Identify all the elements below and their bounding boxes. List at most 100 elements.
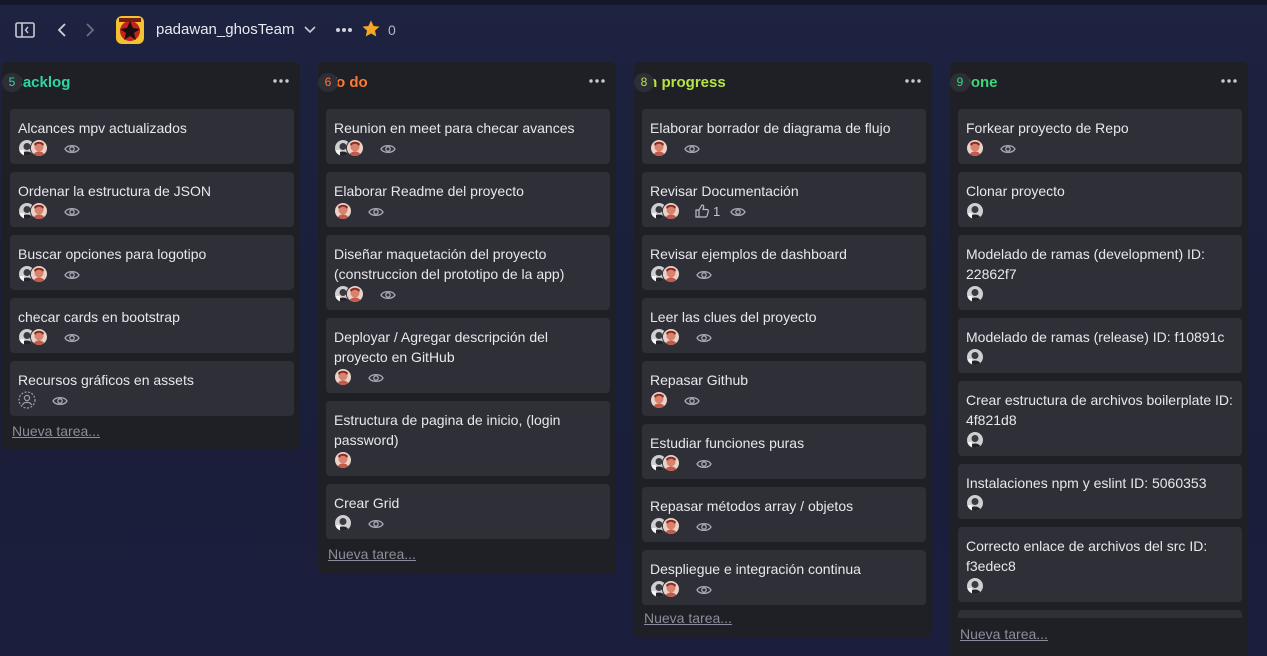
assignee-avatars[interactable]	[334, 285, 364, 303]
task-card-partial[interactable]	[958, 610, 1242, 618]
task-card[interactable]: Elaborar Readme del proyecto	[326, 172, 610, 227]
watch-eye-icon[interactable]	[52, 394, 68, 406]
forward-arrow-icon[interactable]	[82, 20, 98, 40]
assignee-avatars[interactable]	[650, 517, 680, 535]
new-task-link[interactable]: Nueva tarea...	[644, 610, 732, 626]
task-card[interactable]: Despliegue e integración continua	[642, 550, 926, 605]
assignee-avatars[interactable]	[966, 348, 984, 366]
task-card-title: Deployar / Agregar descripción del proye…	[334, 329, 549, 365]
assignee-avatars[interactable]	[18, 139, 48, 157]
task-card[interactable]: Alcances mpv actualizados	[10, 109, 294, 164]
like-counter[interactable]: 1	[694, 203, 720, 219]
task-card[interactable]: Clonar proyecto	[958, 172, 1242, 227]
task-card[interactable]: Elaborar borrador de diagrama de flujo	[642, 109, 926, 164]
column-more-icon[interactable]	[1220, 74, 1238, 88]
new-task-link[interactable]: Nueva tarea...	[328, 546, 416, 562]
star-icon[interactable]	[361, 19, 381, 39]
task-card[interactable]: Modelado de ramas (development) ID: 2286…	[958, 235, 1242, 310]
assignee-avatars[interactable]	[966, 285, 984, 303]
assignee-avatars[interactable]	[334, 368, 352, 386]
task-card[interactable]: Instalaciones npm y eslint ID: 5060353	[958, 464, 1242, 519]
task-card[interactable]: Crear Grid	[326, 484, 610, 539]
assignee-avatars[interactable]	[334, 451, 352, 469]
assignee-avatars[interactable]	[650, 202, 680, 220]
assignee-avatars[interactable]	[650, 580, 680, 598]
assignee-avatars[interactable]	[966, 431, 984, 449]
task-card-meta	[334, 201, 602, 221]
watch-eye-icon[interactable]	[64, 331, 80, 343]
task-card[interactable]: Buscar opciones para logotipo	[10, 235, 294, 290]
avatar	[30, 139, 48, 157]
assignee-avatars[interactable]	[650, 328, 680, 346]
avatar	[662, 265, 680, 283]
new-task-link[interactable]: Nueva tarea...	[960, 626, 1048, 642]
assignee-avatars[interactable]	[650, 139, 668, 157]
task-card-title: Diseñar maquetación del proyecto (constr…	[334, 246, 565, 282]
task-card[interactable]: Ordenar la estructura de JSON	[10, 172, 294, 227]
sidebar-toggle-icon[interactable]	[14, 20, 36, 40]
unassigned-user-icon[interactable]	[18, 391, 36, 409]
team-logo[interactable]	[116, 16, 144, 44]
watch-eye-icon[interactable]	[696, 331, 712, 343]
task-card[interactable]: Reunion en meet para checar avances	[326, 109, 610, 164]
assignee-avatars[interactable]	[334, 202, 352, 220]
task-card[interactable]: Modelado de ramas (release) ID: f10891c	[958, 318, 1242, 373]
watch-eye-icon[interactable]	[696, 583, 712, 595]
assignee-avatars[interactable]	[650, 265, 680, 283]
assignee-avatars[interactable]	[18, 202, 48, 220]
assignee-avatars[interactable]	[966, 202, 984, 220]
task-card[interactable]: Repasar métodos array / objetos	[642, 487, 926, 542]
column-more-icon[interactable]	[904, 74, 922, 88]
task-card[interactable]: Recursos gráficos en assets	[10, 361, 294, 416]
task-card[interactable]: Estudiar funciones puras	[642, 424, 926, 479]
task-card[interactable]: Revisar ejemplos de dashboard	[642, 235, 926, 290]
more-options-icon[interactable]	[334, 22, 354, 38]
avatar	[662, 517, 680, 535]
watch-eye-icon[interactable]	[696, 268, 712, 280]
task-card[interactable]: Repasar Github	[642, 361, 926, 416]
column-title[interactable]: In progress	[644, 74, 726, 91]
assignee-avatars[interactable]	[18, 265, 48, 283]
task-card[interactable]: Leer las clues del proyecto	[642, 298, 926, 353]
assignee-avatars[interactable]	[650, 391, 668, 409]
assignee-avatars[interactable]	[18, 391, 36, 409]
card-list: Alcances mpv actualizados Ordenar la estr…	[10, 109, 294, 424]
watch-eye-icon[interactable]	[64, 205, 80, 217]
column-more-icon[interactable]	[588, 74, 606, 88]
task-card[interactable]: Forkear proyecto de Repo	[958, 109, 1242, 164]
assignee-avatars[interactable]	[966, 494, 984, 512]
assignee-avatars[interactable]	[650, 454, 680, 472]
watch-eye-icon[interactable]	[64, 268, 80, 280]
assignee-avatars[interactable]	[966, 577, 984, 595]
watch-eye-icon[interactable]	[696, 457, 712, 469]
watch-eye-icon[interactable]	[64, 142, 80, 154]
task-card[interactable]: Revisar Documentación 1	[642, 172, 926, 227]
watch-eye-icon[interactable]	[368, 517, 384, 529]
watch-eye-icon[interactable]	[380, 142, 396, 154]
task-card[interactable]: Estructura de pagina de inicio, (login p…	[326, 401, 610, 476]
task-card-meta	[18, 264, 286, 284]
watch-eye-icon[interactable]	[684, 142, 700, 154]
back-arrow-icon[interactable]	[54, 20, 70, 40]
chevron-down-icon[interactable]	[302, 22, 318, 38]
watch-eye-icon[interactable]	[380, 288, 396, 300]
column-more-icon[interactable]	[272, 74, 290, 88]
assignee-avatars[interactable]	[334, 514, 352, 532]
task-card[interactable]: Diseñar maquetación del proyecto (constr…	[326, 235, 610, 310]
assignee-avatars[interactable]	[18, 328, 48, 346]
watch-eye-icon[interactable]	[684, 394, 700, 406]
watch-eye-icon[interactable]	[368, 371, 384, 383]
team-name[interactable]: padawan_ghosTeam	[156, 21, 294, 38]
assignee-avatars[interactable]	[334, 139, 364, 157]
assignee-avatars[interactable]	[966, 139, 984, 157]
new-task-link[interactable]: Nueva tarea...	[12, 423, 100, 439]
task-card[interactable]: Deployar / Agregar descripción del proye…	[326, 318, 610, 393]
watch-eye-icon[interactable]	[730, 205, 746, 217]
watch-eye-icon[interactable]	[1000, 142, 1016, 154]
task-card[interactable]: Crear estructura de archivos boilerplate…	[958, 381, 1242, 456]
task-card-title: Revisar Documentación	[650, 183, 799, 199]
task-card[interactable]: Correcto enlace de archivos del src ID: …	[958, 527, 1242, 602]
task-card[interactable]: checar cards en bootstrap	[10, 298, 294, 353]
watch-eye-icon[interactable]	[696, 520, 712, 532]
watch-eye-icon[interactable]	[368, 205, 384, 217]
